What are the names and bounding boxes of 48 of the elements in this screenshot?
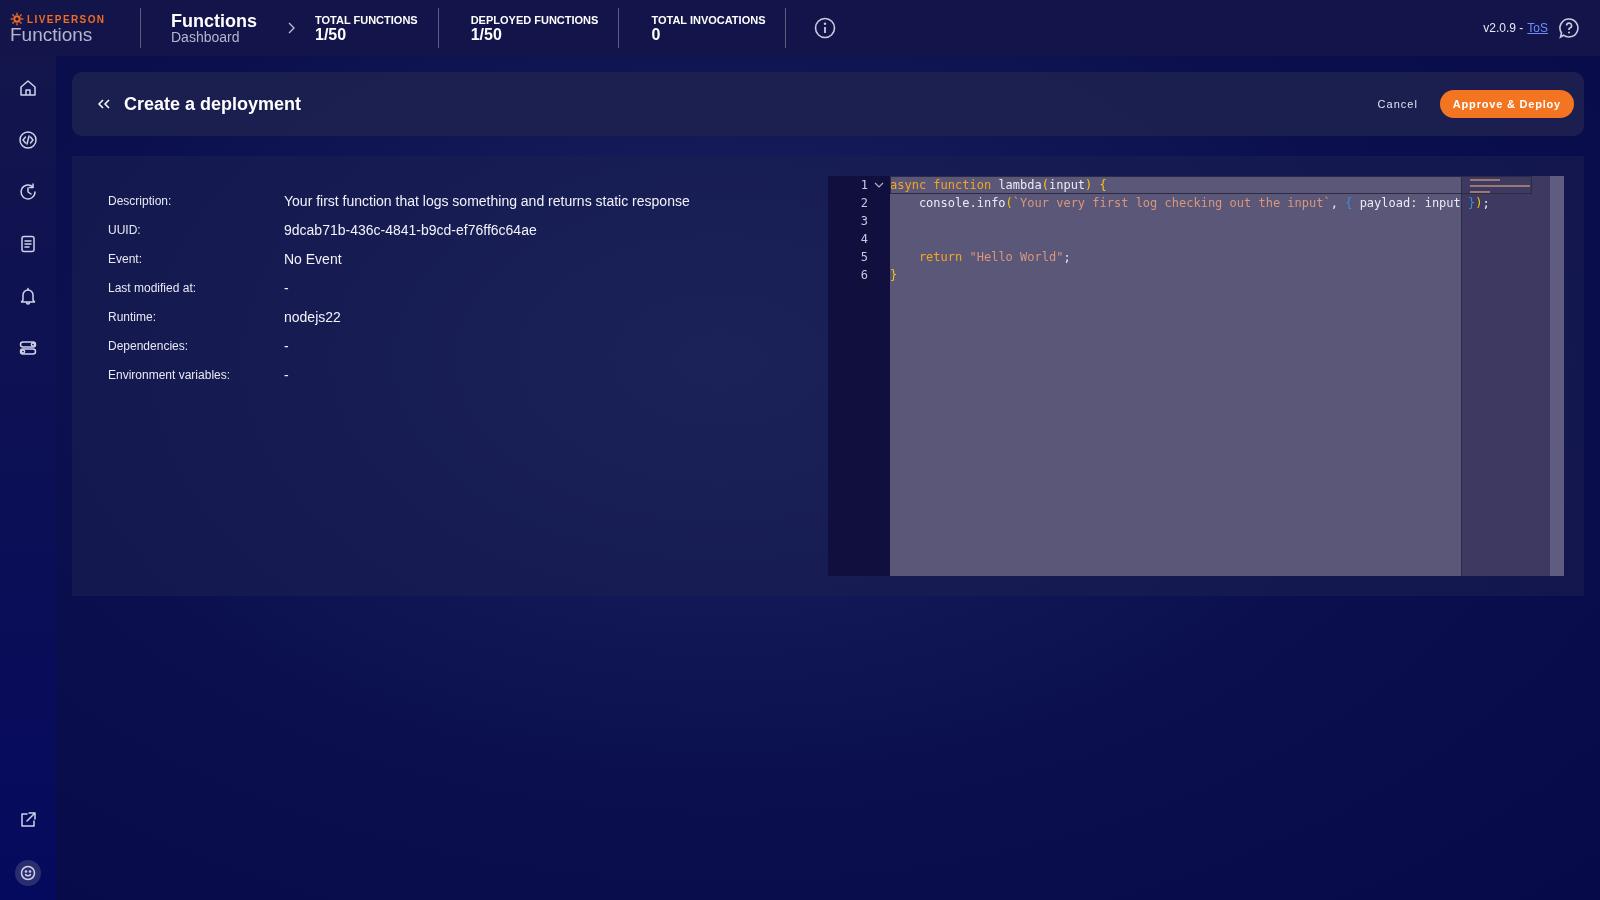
page-subtitle: Dashboard — [171, 29, 241, 45]
line-number: 6 — [860, 268, 868, 282]
field-value: - — [284, 337, 290, 354]
line-number: 2 — [860, 196, 868, 210]
cancel-button[interactable]: Cancel — [1365, 90, 1430, 118]
stat-value: 0 — [651, 27, 662, 42]
brand-name: LIVEPERSON — [27, 13, 106, 25]
stat-value: 1/50 — [470, 27, 503, 42]
field-label: Description: — [108, 193, 173, 208]
stat-label: DEPLOYED FUNCTIONS — [470, 14, 599, 27]
line-number: 3 — [860, 214, 868, 228]
fold-caret-icon[interactable] — [874, 182, 884, 188]
field-value: nodejs22 — [284, 308, 342, 325]
double-chevron-left-icon[interactable] — [98, 99, 110, 109]
line-number: 5 — [860, 250, 868, 264]
field-label: Runtime: — [108, 309, 158, 324]
scrollbar[interactable] — [1550, 176, 1564, 576]
version-text: v2.0.9 - — [1483, 21, 1524, 35]
field-value: No Event — [284, 250, 343, 267]
field-label: Environment variables: — [108, 367, 232, 382]
help-icon[interactable] — [1558, 17, 1580, 39]
page-title: Functions — [171, 11, 258, 30]
chevron-right-icon — [287, 22, 295, 34]
smiley-icon[interactable] — [15, 860, 41, 886]
field-label: Last modified at: — [108, 280, 198, 295]
page-heading: Create a deployment — [124, 93, 302, 115]
field-value: Your first function that logs something and returns static response — [284, 192, 691, 209]
field-value: 9dcab71b-436c-4841-b9cd-ef76ff6c64ae — [284, 221, 538, 238]
info-icon[interactable] — [814, 17, 837, 39]
code-line: async function lambda(input) { — [890, 178, 1107, 192]
line-number: 4 — [860, 232, 868, 246]
line-number: 1 — [860, 178, 868, 192]
sun-logo-icon — [10, 12, 24, 26]
code-icon[interactable] — [16, 128, 40, 152]
stat-value: 1/50 — [315, 27, 348, 42]
field-value: - — [284, 366, 290, 383]
code-line: } — [890, 268, 898, 282]
field-label: Dependencies: — [108, 338, 190, 353]
field-value: - — [284, 279, 290, 296]
product-name: Functions — [10, 26, 94, 44]
code-editor[interactable]: 1 2 3 4 5 6 async function lambda(input) { console.info(`Your very first log checking out the input`, { payload: input }); return "Hello World"; } — [828, 176, 1564, 576]
tos-link[interactable]: ToS — [1527, 21, 1548, 35]
stat-label: TOTAL FUNCTIONS — [315, 14, 418, 27]
field-label: Event: — [108, 251, 144, 266]
field-label: UUID: — [108, 222, 142, 237]
stat-label: TOTAL INVOCATIONS — [651, 14, 766, 27]
code-line: return "Hello World"; — [917, 250, 1071, 264]
code-line: console.info(`Your very first log checking out the input`, { payload: input }); — [917, 196, 1490, 210]
